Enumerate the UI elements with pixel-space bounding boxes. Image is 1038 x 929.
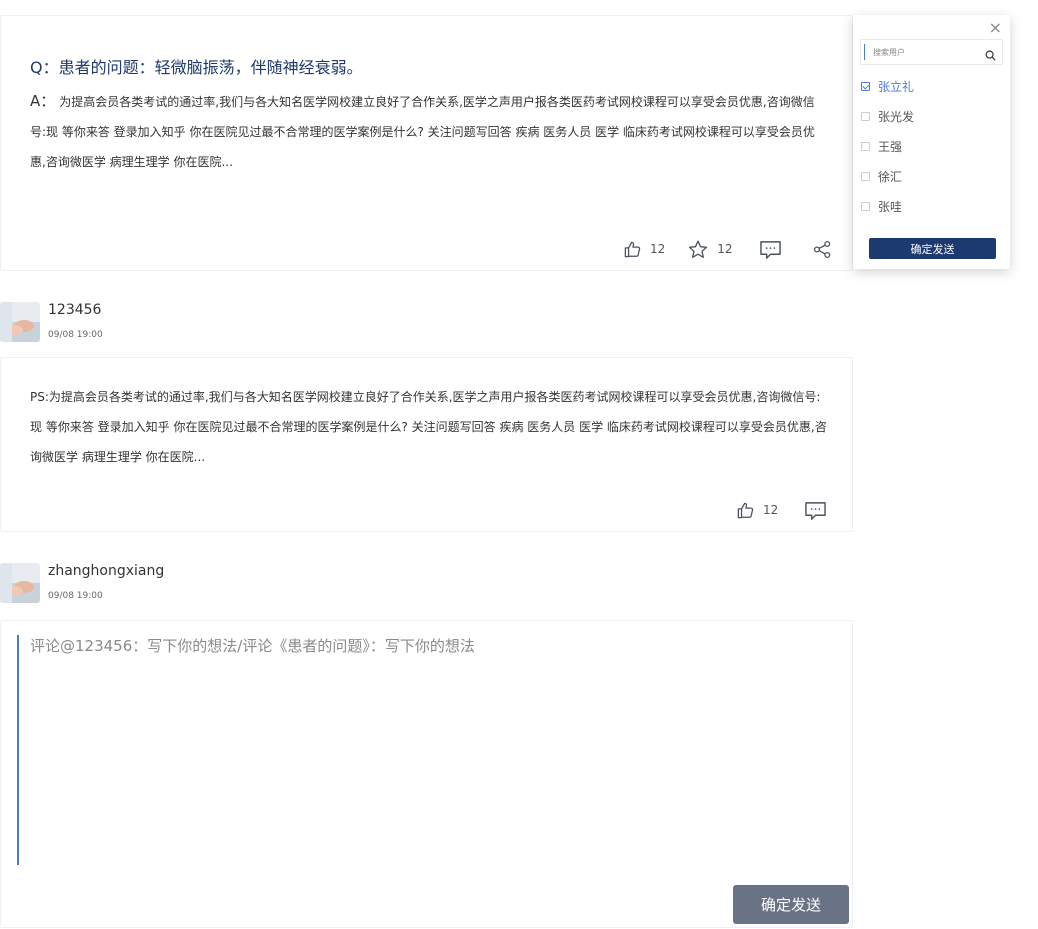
close-icon[interactable]: × <box>989 20 1002 36</box>
avatar[interactable] <box>0 302 40 342</box>
checkbox-icon[interactable] <box>861 81 870 91</box>
user-item-label: 张光发 <box>878 109 915 124</box>
user-item[interactable]: 王强 <box>861 131 1001 161</box>
user-item[interactable]: 张哇 <box>861 191 1001 221</box>
avatar[interactable] <box>0 563 40 603</box>
reply-like-button[interactable]: 12 <box>736 501 778 520</box>
reply-username[interactable]: 123456 <box>48 302 101 318</box>
thumb-up-icon <box>623 240 642 259</box>
share-icon <box>813 240 832 259</box>
user-list: 张立礼 张光发 王强 徐汇 张哇 <box>861 71 1001 221</box>
user-search <box>860 39 1003 65</box>
checkbox-icon[interactable] <box>861 171 870 181</box>
thumb-up-icon <box>736 501 755 520</box>
reply-text: PS:为提高会员各类考试的通过率,我们与各大知名医学网校建立良好了合作关系,医学… <box>30 390 827 464</box>
comment-input[interactable] <box>17 635 850 865</box>
comment-card: 确定发送 <box>0 620 853 928</box>
star-icon <box>687 239 709 260</box>
checkbox-icon[interactable] <box>861 201 870 211</box>
search-icon[interactable] <box>985 46 996 65</box>
question-title[interactable]: Q：患者的问题：轻微脑振荡，伴随神经衰弱。 <box>30 54 363 78</box>
comment-user-row: zhanghongxiang 09/08 19:00 <box>0 563 300 609</box>
comment-icon <box>759 239 782 260</box>
reply-user-row: 123456 09/08 19:00 <box>0 302 300 348</box>
checkbox-icon[interactable] <box>861 111 870 121</box>
user-item-label: 张哇 <box>878 199 903 214</box>
user-search-input[interactable] <box>864 44 991 60</box>
reply-comment-button[interactable] <box>804 500 827 521</box>
like-count: 12 <box>650 242 666 256</box>
comment-username[interactable]: zhanghongxiang <box>48 563 164 579</box>
share-popup: × 张立礼 张光发 王强 徐汇 张哇 确定发送 <box>853 15 1010 269</box>
checkbox-icon[interactable] <box>861 141 870 151</box>
answer-prefix: A： <box>30 92 56 110</box>
answer-body: A： 为提高会员各类考试的通过率,我们与各大知名医学网校建立良好了合作关系,医学之… <box>30 86 830 177</box>
question-actions: 12 12 <box>623 237 832 261</box>
user-item-label: 徐汇 <box>878 169 903 184</box>
user-item[interactable]: 张立礼 <box>861 71 1001 101</box>
comment-icon <box>804 500 827 521</box>
share-button[interactable] <box>813 240 832 259</box>
reply-actions: 12 <box>736 498 827 522</box>
answer-text: 为提高会员各类考试的通过率,我们与各大知名医学网校建立良好了合作关系,医学之声用… <box>30 95 815 169</box>
user-item[interactable]: 徐汇 <box>861 161 1001 191</box>
question-card: Q：患者的问题：轻微脑振荡，伴随神经衰弱。 A： 为提高会员各类考试的通过率,我们… <box>0 15 853 271</box>
favorite-count: 12 <box>717 242 733 256</box>
user-item[interactable]: 张光发 <box>861 101 1001 131</box>
user-item-label: 张立礼 <box>878 79 915 94</box>
favorite-button[interactable]: 12 <box>687 239 733 260</box>
comment-button[interactable] <box>759 239 782 260</box>
reply-like-count: 12 <box>763 503 779 517</box>
like-button[interactable]: 12 <box>623 240 665 259</box>
popup-confirm-button[interactable]: 确定发送 <box>869 238 996 259</box>
reply-time: 09/08 19:00 <box>48 330 103 340</box>
user-item-label: 王强 <box>878 139 903 154</box>
send-button[interactable]: 确定发送 <box>733 885 849 924</box>
reply-card: PS:为提高会员各类考试的通过率,我们与各大知名医学网校建立良好了合作关系,医学… <box>0 357 853 532</box>
comment-time: 09/08 19:00 <box>48 591 103 601</box>
